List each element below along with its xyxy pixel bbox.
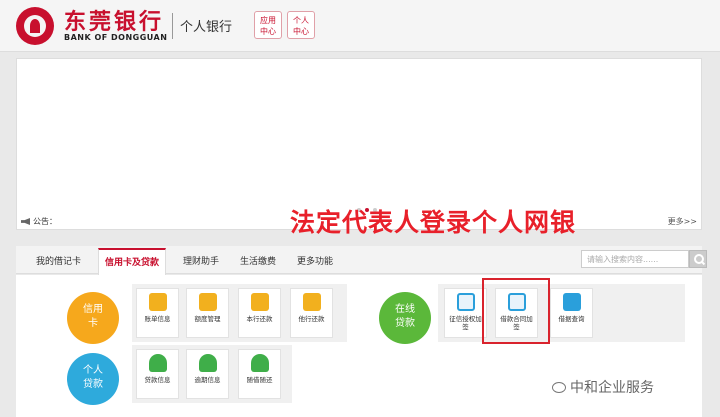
app-center-label-1: 应用 [260,16,276,25]
bank-card-icon [250,293,269,311]
limit-management-button[interactable]: 额度管理 [186,288,229,338]
tab-more-functions[interactable]: 更多功能 [297,254,333,267]
personal-center-label-2: 中心 [293,27,309,36]
notice-speaker-icon [21,218,30,225]
personal-loan-category[interactable]: 个人 贷款 [67,353,119,405]
user-gear-icon [250,354,269,372]
tile-label: 签 [462,323,469,331]
user-dollar-icon [148,354,167,372]
tile-label: 贷款信息 [144,376,171,384]
tab-debit-card[interactable]: 我的借记卡 [36,254,81,267]
annotation-overlay-text: 法定代表人登录个人网银 [290,208,577,237]
card-exchange-icon [302,293,321,311]
tile-label: 逾期信息 [194,376,221,384]
clipboard-icon [456,293,475,311]
limit-tag-icon [198,293,217,311]
tile-label: 征信授权加 [449,315,482,323]
wechat-icon [552,382,566,393]
search-input[interactable]: 请输入搜索内容...... [581,250,689,268]
tab-wealth-assistant[interactable]: 理财助手 [183,254,219,267]
tab-bill-payment[interactable]: 生活缴费 [240,254,276,267]
tile-label: 额度管理 [194,315,221,323]
receipt-query-button[interactable]: 借据查询 [550,288,593,338]
bill-info-button[interactable]: 账单信息 [136,288,179,338]
bank-name-cn: 东莞银行 [64,9,165,35]
tile-label: 借据查询 [558,315,585,323]
loan-info-button[interactable]: 贷款信息 [136,349,179,399]
personal-center-button[interactable]: 个人 中心 [287,11,315,39]
credit-card-category-label: 信用 [83,304,103,315]
tile-label: 随借随还 [246,376,273,384]
own-bank-repay-button[interactable]: 本行还款 [238,288,281,338]
tile-label: 本行还款 [246,315,273,323]
online-loan-category-label: 贷款 [395,318,415,329]
personal-loan-category-label: 个人 [83,365,103,376]
header-divider [172,13,173,39]
highlight-box [482,278,550,344]
bank-name-en: BANK OF DONGGUAN [64,33,168,42]
notice-more-link[interactable]: 更多>> [668,216,697,227]
credit-auth-sign-button[interactable]: 征信授权加 签 [444,288,487,338]
credit-card-category[interactable]: 信用 卡 [67,292,119,344]
credit-card-category-label: 卡 [88,318,98,329]
personal-loan-category-label: 贷款 [83,379,103,390]
notice-bar: 公告： [21,216,57,227]
tile-label: 账单信息 [144,315,171,323]
top-header: 东莞银行 BANK OF DONGGUAN 个人银行 应用 中心 个人 中心 [0,0,720,52]
app-center-button[interactable]: 应用 中心 [254,11,282,39]
borrow-repay-anytime-button[interactable]: 随借随还 [238,349,281,399]
other-bank-repay-button[interactable]: 他行还款 [290,288,333,338]
online-loan-category[interactable]: 在线 贷款 [379,292,431,344]
refresh-search-icon [562,293,581,311]
search-icon[interactable] [689,250,707,268]
bank-logo-icon[interactable] [16,7,54,45]
header-section-title: 个人银行 [180,20,233,35]
watermark-text: 中和企业服务 [570,380,654,396]
watermark: 中和企业服务 [552,377,654,397]
dollar-card-icon [148,293,167,311]
notice-label: 公告： [33,217,57,226]
user-alert-icon [198,354,217,372]
tab-credit-loan[interactable]: 信用卡及贷款 [98,248,167,276]
tile-label: 他行还款 [298,315,325,323]
personal-center-label-1: 个人 [293,16,309,25]
overdue-info-button[interactable]: 逾期信息 [186,349,229,399]
function-nav: 我的借记卡 信用卡及贷款 理财助手 生活缴费 更多功能 请输入搜索内容.....… [16,246,707,276]
online-loan-category-label: 在线 [395,304,415,315]
app-center-label-2: 中心 [260,27,276,36]
